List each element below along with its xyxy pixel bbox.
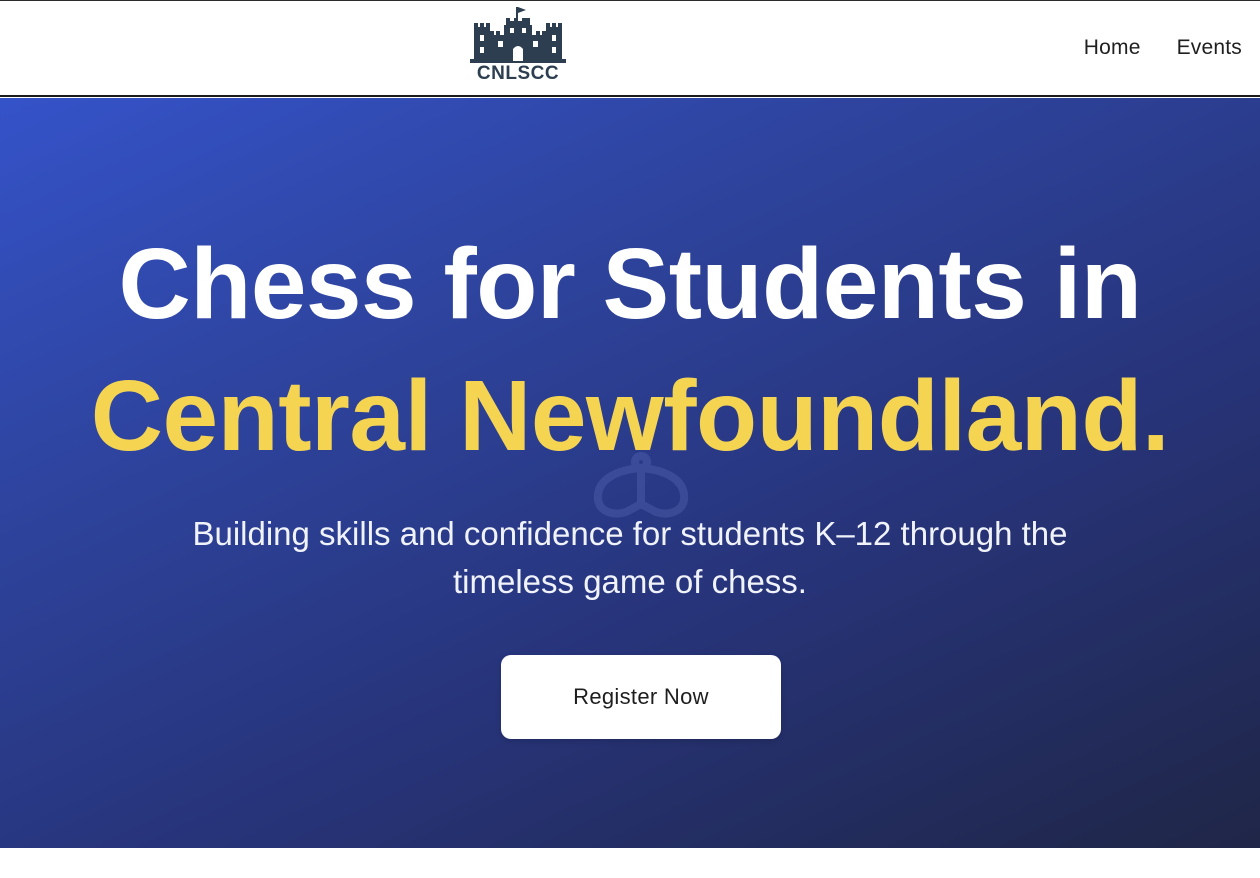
nav-home-link[interactable]: Home: [1084, 34, 1141, 62]
hero-title-line1: Chess for Students in: [118, 228, 1142, 340]
hero-subtitle: Building skills and confidence for stude…: [192, 515, 1068, 600]
logo-text: CNLSCC: [476, 63, 560, 84]
hero-title: Chess for Students in Central Newfoundla…: [0, 218, 1260, 482]
nav-events-link[interactable]: Events: [1177, 34, 1242, 62]
hero-title-highlight: Central Newfoundland.: [90, 360, 1170, 472]
site-logo[interactable]: CNLSCC: [470, 5, 566, 87]
register-now-button[interactable]: Register Now: [501, 655, 781, 739]
site-header: CNLSCC Home Events: [0, 1, 1260, 97]
main-nav: Home Events: [1084, 34, 1242, 62]
hero-section: Chess for Students in Central Newfoundla…: [0, 98, 1260, 848]
castle-icon: [470, 5, 566, 65]
